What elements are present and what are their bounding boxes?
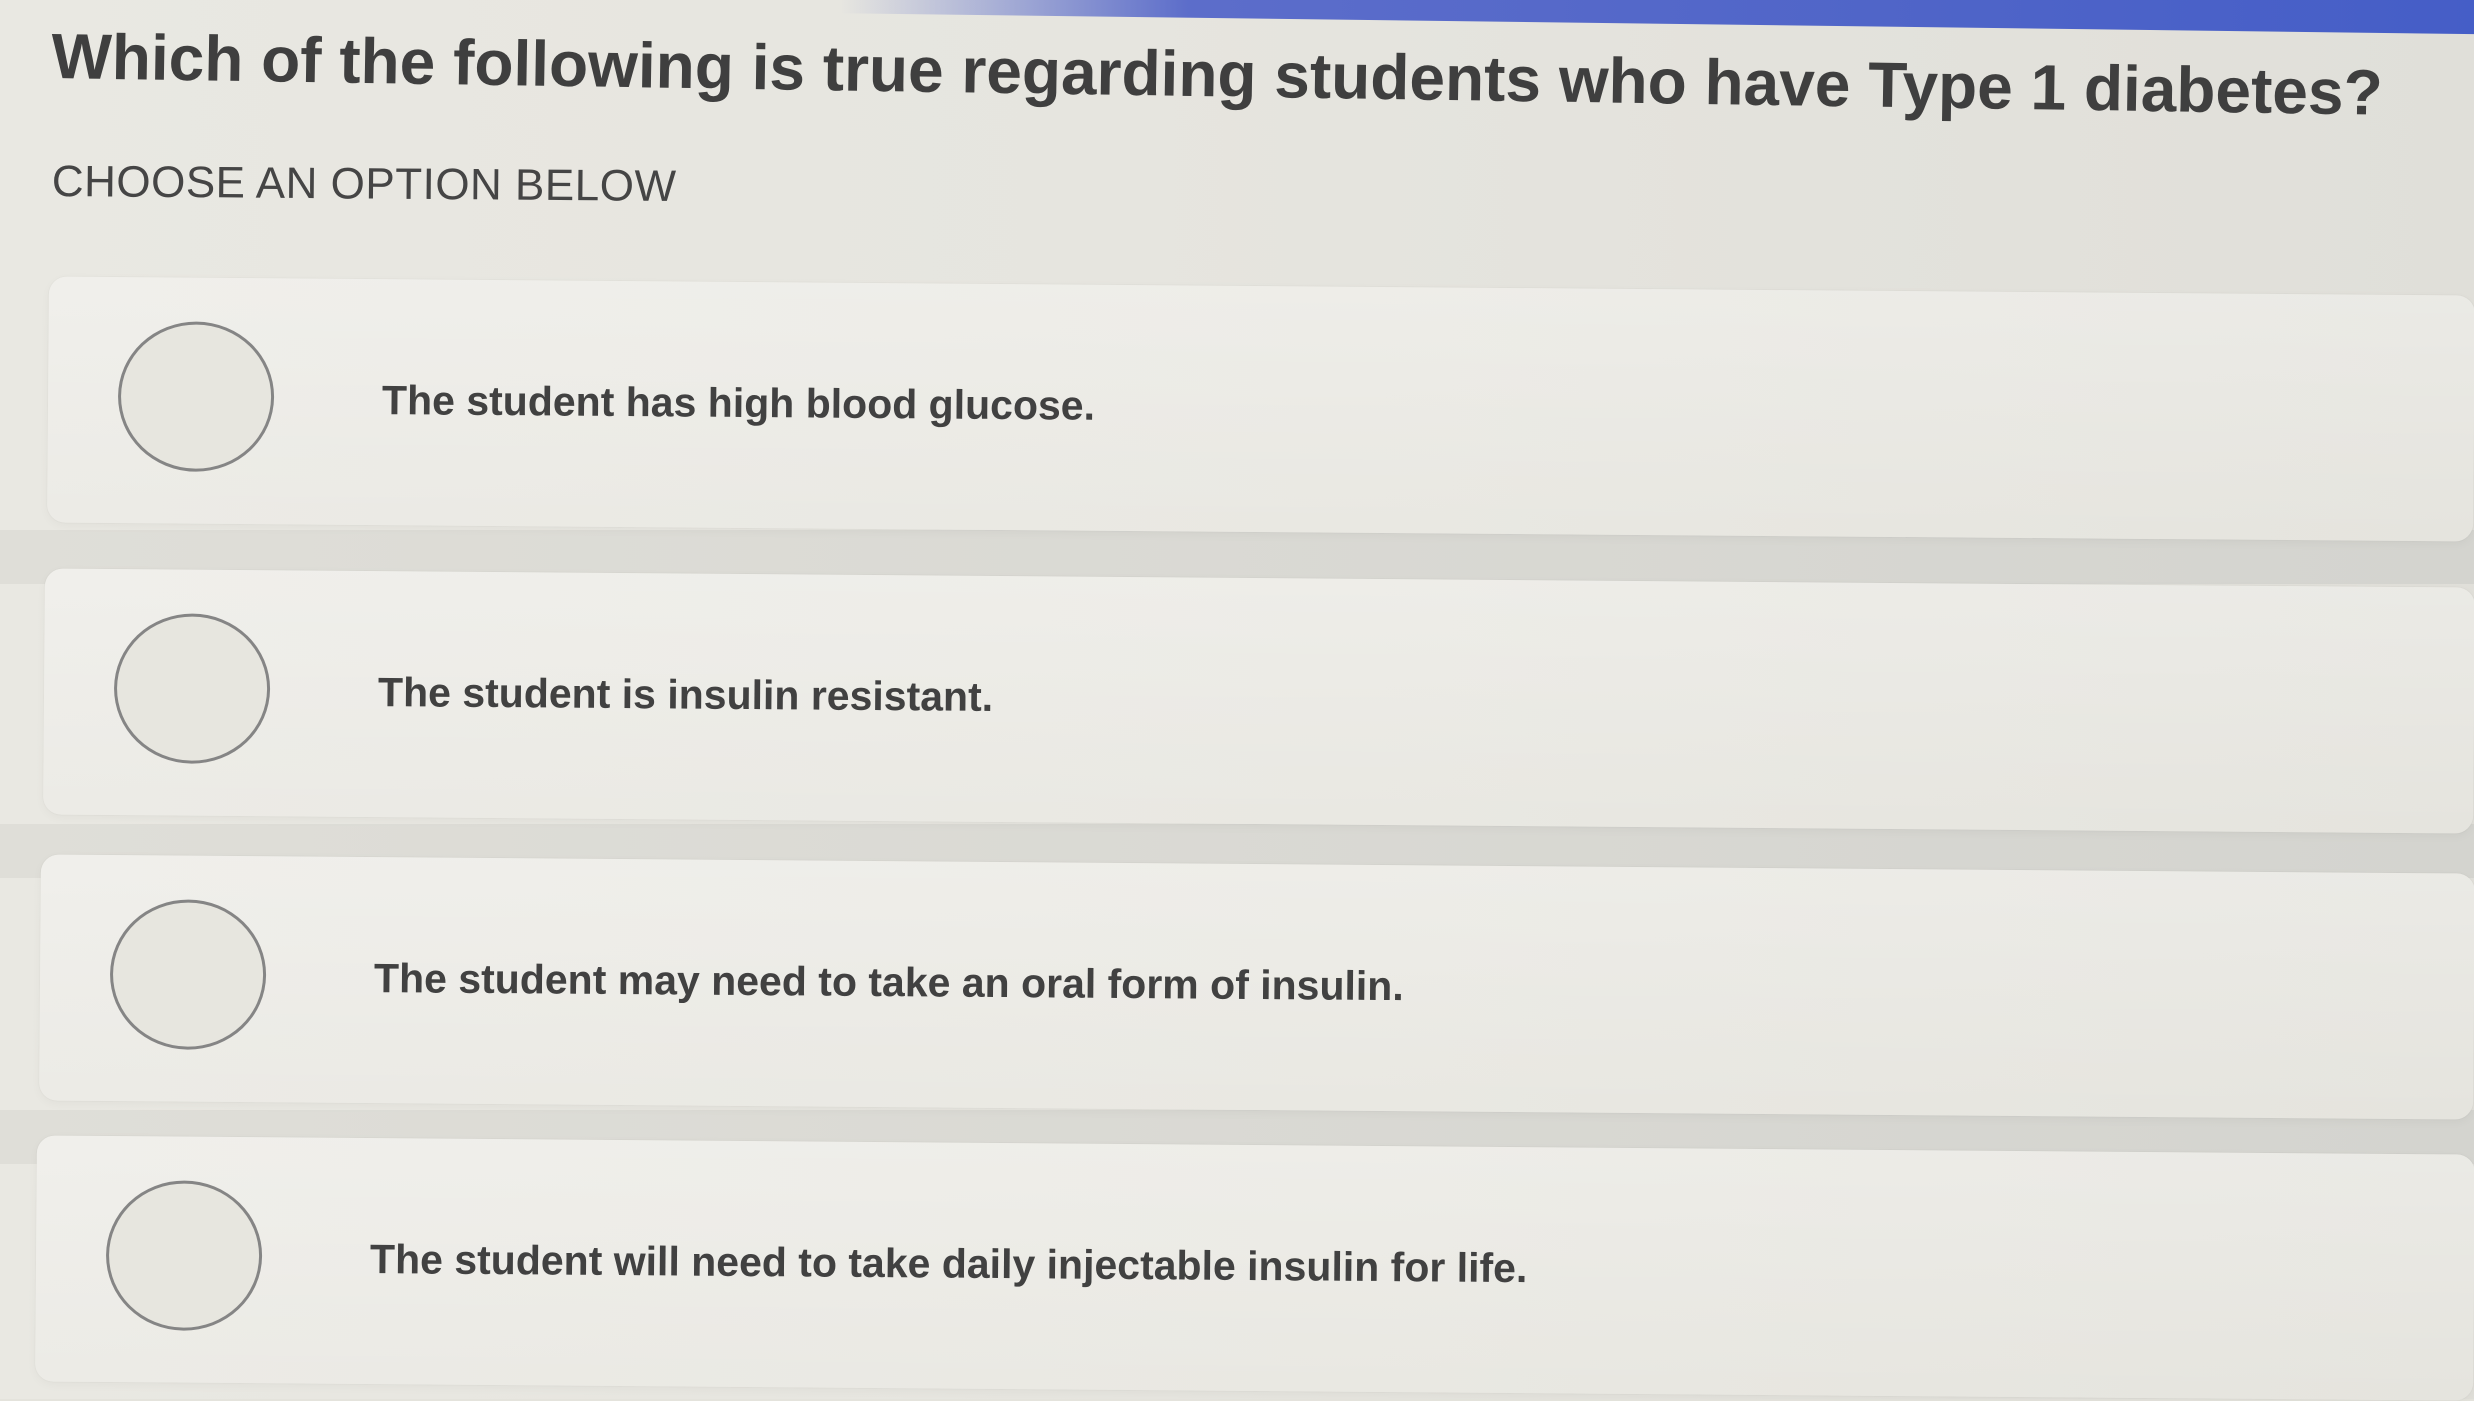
radio-button[interactable]	[117, 321, 275, 473]
answer-option-2[interactable]: The student is insulin resistant.	[43, 568, 2474, 834]
answer-option-label: The student has high blood glucose.	[381, 377, 1096, 429]
answer-option-4[interactable]: The student will need to take daily inje…	[35, 1135, 2474, 1401]
radio-button[interactable]	[109, 898, 267, 1051]
radio-button[interactable]	[105, 1179, 263, 1332]
answer-option-1[interactable]: The student has high blood glucose.	[47, 276, 2474, 542]
answer-option-label: The student may need to take an oral for…	[373, 955, 1404, 1010]
answer-option-3[interactable]: The student may need to take an oral for…	[39, 854, 2474, 1120]
radio-button[interactable]	[113, 613, 271, 765]
answer-option-label: The student is insulin resistant.	[377, 669, 994, 720]
answer-option-label: The student will need to take daily inje…	[369, 1236, 1528, 1292]
quiz-screen: Which of the following is true regarding…	[0, 0, 2474, 1401]
answer-options: The student has high blood glucose. The …	[0, 0, 2474, 1401]
